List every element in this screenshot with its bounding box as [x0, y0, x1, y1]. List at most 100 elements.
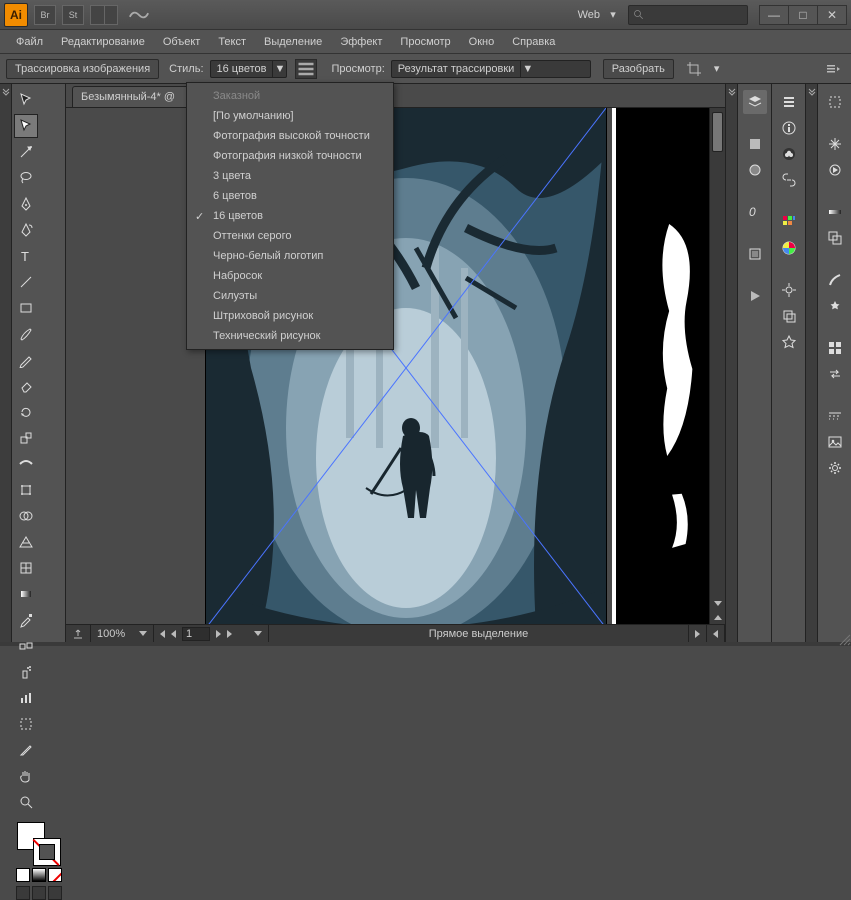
- type-zero-icon[interactable]: 0: [743, 200, 767, 224]
- info-icon[interactable]: [777, 116, 801, 140]
- fill-stroke-swatches[interactable]: [14, 822, 63, 900]
- layers-icon[interactable]: [743, 90, 767, 114]
- next-artboard-icon[interactable]: [216, 630, 221, 638]
- zoom-field[interactable]: [91, 625, 154, 642]
- color-wheel-icon[interactable]: [777, 236, 801, 260]
- menu-edit[interactable]: Редактирование: [53, 33, 153, 51]
- star-small-icon[interactable]: [823, 294, 847, 318]
- dropdown-item[interactable]: ✓16 цветов: [187, 206, 393, 226]
- stroke-swatch[interactable]: [33, 838, 61, 866]
- scroll-up-icon[interactable]: [710, 610, 725, 624]
- palette-icon[interactable]: [777, 210, 801, 234]
- artboard-list-icon[interactable]: [254, 631, 262, 636]
- dropdown-item[interactable]: 6 цветов: [187, 186, 393, 206]
- curvature-tool[interactable]: [14, 218, 38, 242]
- scale-tool[interactable]: [14, 426, 38, 450]
- vertical-scrollbar[interactable]: [709, 108, 725, 624]
- symbol-sprayer-tool[interactable]: [14, 660, 38, 684]
- document-profile-dropdown[interactable]: Web ▾: [570, 8, 618, 21]
- trace-preset-dropdown[interactable]: Заказной [По умолчанию] Фотография высок…: [186, 82, 394, 350]
- view-dropdown[interactable]: Результат трассировки ▼: [391, 60, 591, 78]
- artboard-tool[interactable]: [14, 712, 38, 736]
- grid-icon[interactable]: [823, 336, 847, 360]
- swatches-round-icon[interactable]: [743, 158, 767, 182]
- swatch-single-icon[interactable]: [743, 132, 767, 156]
- menu-view[interactable]: Просмотр: [392, 33, 458, 51]
- transform-icon[interactable]: [777, 304, 801, 328]
- bounding-icon[interactable]: [823, 90, 847, 114]
- dropdown-item[interactable]: Набросок: [187, 266, 393, 286]
- dropdown-item[interactable]: Технический рисунок: [187, 326, 393, 346]
- pathfinder-icon[interactable]: [823, 226, 847, 250]
- hand-tool[interactable]: [14, 764, 38, 788]
- brush-mini-icon[interactable]: [823, 268, 847, 292]
- toolbox-collapse-strip[interactable]: [0, 84, 12, 642]
- artboard-number-field[interactable]: [182, 627, 210, 641]
- menu-text[interactable]: Текст: [210, 33, 254, 51]
- blend-tool[interactable]: [14, 634, 38, 658]
- color-mode-icon[interactable]: [16, 868, 30, 882]
- menu-object[interactable]: Объект: [155, 33, 208, 51]
- dropdown-item[interactable]: Штриховой рисунок: [187, 306, 393, 326]
- panel-collapse-strip-2[interactable]: [805, 84, 817, 642]
- style-dropdown[interactable]: 16 цветов ▼: [210, 60, 288, 78]
- gradient-tool[interactable]: [14, 582, 38, 606]
- line-tool[interactable]: [14, 270, 38, 294]
- menu-file[interactable]: Файл: [8, 33, 51, 51]
- mesh-tool[interactable]: [14, 556, 38, 580]
- dropdown-item[interactable]: 3 цвета: [187, 166, 393, 186]
- shape-builder-tool[interactable]: [14, 504, 38, 528]
- free-transform-tool[interactable]: [14, 478, 38, 502]
- hscroll-left-icon[interactable]: [689, 625, 707, 642]
- minimize-button[interactable]: —: [759, 5, 789, 25]
- menu-select[interactable]: Выделение: [256, 33, 330, 51]
- panel-menu-icon[interactable]: [821, 57, 845, 81]
- gpu-preview-icon[interactable]: [128, 6, 150, 24]
- search-input[interactable]: [628, 5, 748, 25]
- none-mode-icon[interactable]: [48, 868, 62, 882]
- arrange-documents-icon[interactable]: [90, 5, 118, 25]
- direct-selection-tool[interactable]: [14, 114, 38, 138]
- image-trace-button[interactable]: Трассировка изображения: [6, 59, 159, 79]
- draw-inside-icon[interactable]: [48, 886, 62, 900]
- gear-bolt-icon[interactable]: [777, 278, 801, 302]
- eyedropper-tool[interactable]: [14, 608, 38, 632]
- appearance-icon[interactable]: [743, 242, 767, 266]
- gradient-mode-icon[interactable]: [32, 868, 46, 882]
- resize-grip-icon[interactable]: [837, 632, 851, 646]
- artboard-nav[interactable]: [154, 625, 269, 642]
- lasso-tool[interactable]: [14, 166, 38, 190]
- menu-help[interactable]: Справка: [504, 33, 563, 51]
- draw-normal-icon[interactable]: [16, 886, 30, 900]
- scrollbar-thumb[interactable]: [712, 112, 723, 152]
- dropdown-item[interactable]: Силуэты: [187, 286, 393, 306]
- last-artboard-icon[interactable]: [227, 630, 232, 638]
- sparkle-icon[interactable]: [823, 132, 847, 156]
- perspective-tool[interactable]: [14, 530, 38, 554]
- canvas[interactable]: Прямое выделение: [66, 108, 725, 642]
- prev-artboard-icon[interactable]: [171, 630, 176, 638]
- gradient-bar-icon[interactable]: [823, 200, 847, 224]
- maximize-button[interactable]: □: [788, 5, 818, 25]
- rectangle-tool[interactable]: [14, 296, 38, 320]
- type-tool[interactable]: T: [14, 244, 38, 268]
- slice-tool[interactable]: [14, 738, 38, 762]
- image-mini-icon[interactable]: [823, 430, 847, 454]
- draw-behind-icon[interactable]: [32, 886, 46, 900]
- eraser-tool[interactable]: [14, 374, 38, 398]
- hscroll-right-icon[interactable]: [707, 625, 725, 642]
- stroke-dash-icon[interactable]: [823, 404, 847, 428]
- menu-window[interactable]: Окно: [461, 33, 503, 51]
- symbols-icon[interactable]: [777, 330, 801, 354]
- swap-arrows-icon[interactable]: [823, 362, 847, 386]
- actions-icon[interactable]: [823, 158, 847, 182]
- export-icon[interactable]: [66, 625, 91, 642]
- expand-button[interactable]: Разобрать: [603, 59, 674, 79]
- lines-icon[interactable]: [777, 90, 801, 114]
- trace-panel-button[interactable]: [295, 59, 317, 79]
- first-artboard-icon[interactable]: [160, 630, 165, 638]
- rotate-tool[interactable]: [14, 400, 38, 424]
- width-tool[interactable]: [14, 452, 38, 476]
- dropdown-item[interactable]: [По умолчанию]: [187, 106, 393, 126]
- scroll-down-icon[interactable]: [710, 596, 725, 610]
